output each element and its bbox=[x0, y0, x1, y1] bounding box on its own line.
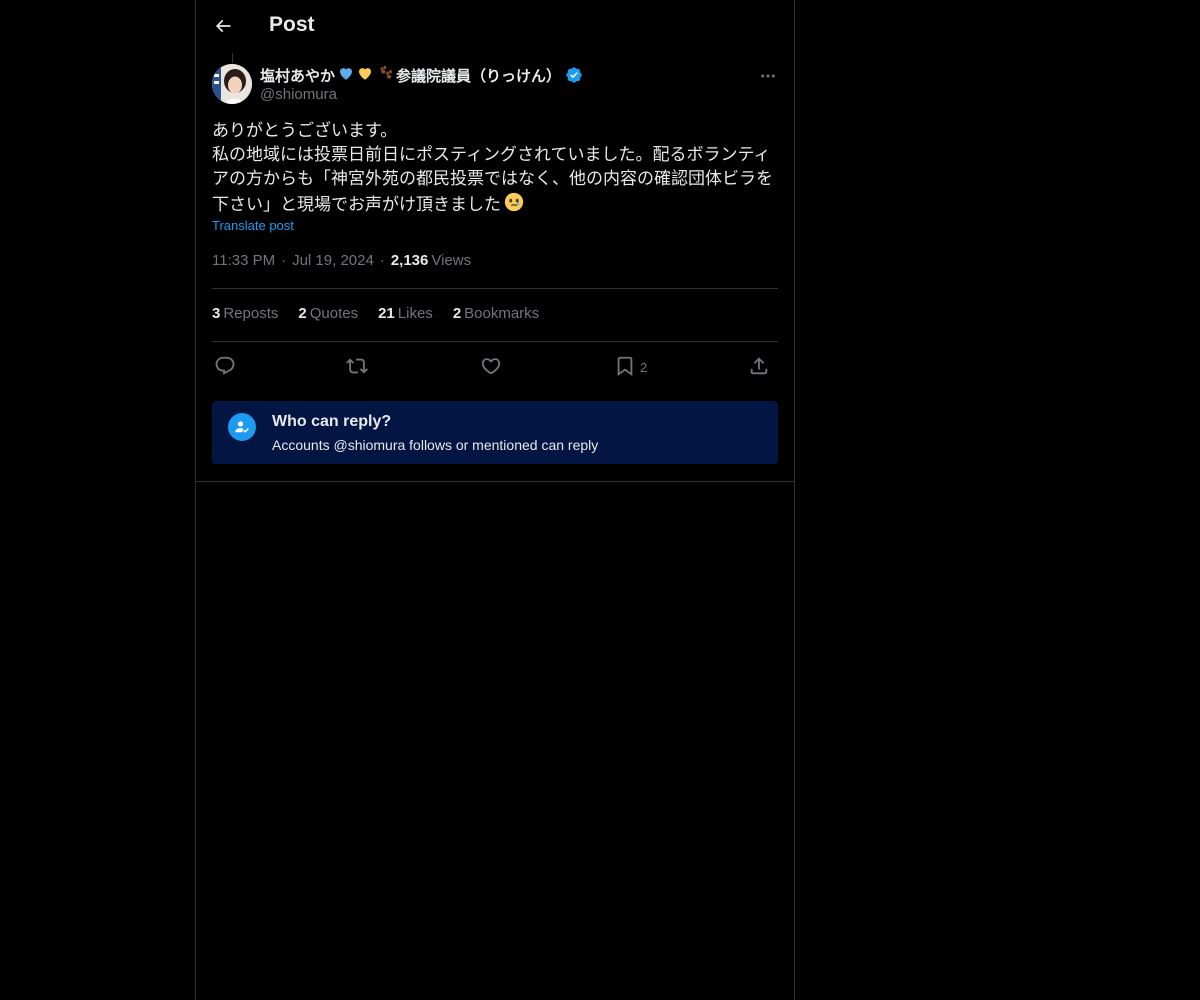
more-options-button[interactable] bbox=[758, 66, 778, 86]
arrow-left-icon bbox=[215, 19, 231, 33]
views-count: 2,136 bbox=[390, 252, 429, 269]
action-bar: 2 bbox=[212, 352, 778, 380]
avatar-photo bbox=[212, 64, 252, 104]
reply-icon bbox=[215, 356, 235, 375]
author-name-row: 塩村あやか 参議院議員（りっけん） bbox=[260, 64, 583, 86]
bookmarks-count: 2 bbox=[452, 305, 462, 322]
divider bbox=[212, 288, 778, 289]
reply-restriction-notice: Who can reply? Accounts @shiomura follow… bbox=[212, 401, 778, 464]
share-button[interactable] bbox=[748, 352, 770, 380]
divider bbox=[212, 341, 778, 342]
translate-post-link[interactable]: Translate post bbox=[212, 218, 294, 233]
bookmark-icon bbox=[617, 356, 633, 377]
author-display-name-suffix[interactable]: 参議院議員（りっけん） bbox=[396, 65, 561, 86]
quotes-count: 2 bbox=[298, 305, 307, 322]
divider bbox=[196, 481, 794, 482]
share-icon bbox=[750, 357, 768, 375]
reposts-count: 3 bbox=[212, 305, 221, 322]
back-button[interactable] bbox=[208, 11, 238, 41]
reply-button[interactable] bbox=[214, 352, 236, 380]
blue-heart-emoji bbox=[337, 64, 355, 87]
meta-separator: · bbox=[281, 252, 287, 269]
bookmarks-stat[interactable]: 2 Bookmarks bbox=[453, 305, 539, 322]
likes-label: Likes bbox=[397, 305, 433, 322]
likes-count: 21 bbox=[378, 305, 395, 322]
engagement-stats: 3 Reposts 2 Quotes 21 Likes 2 Bookmarks bbox=[212, 305, 559, 322]
reply-restriction-subtitle: Accounts @shiomura follows or mentioned … bbox=[272, 437, 599, 453]
post-time[interactable]: 11:33 PM bbox=[212, 252, 275, 269]
yellow-heart-emoji bbox=[356, 64, 374, 87]
paw-prints-emoji bbox=[377, 64, 394, 86]
author-handle[interactable]: @shiomura bbox=[260, 86, 337, 103]
bookmark-button[interactable]: 2 bbox=[614, 352, 647, 380]
verified-badge-icon[interactable] bbox=[565, 66, 583, 84]
reposts-label: Reposts bbox=[223, 305, 279, 322]
more-horizontal-icon bbox=[761, 74, 775, 78]
thread-connector-line bbox=[232, 53, 233, 63]
post-date[interactable]: Jul 19, 2024 bbox=[292, 252, 374, 269]
bookmark-count: 2 bbox=[640, 360, 648, 375]
meta-separator: · bbox=[379, 252, 385, 269]
post-meta: 11:33 PM · Jul 19, 2024 · 2,136 Views bbox=[212, 252, 471, 269]
repost-button[interactable] bbox=[346, 352, 368, 380]
reply-restriction-title: Who can reply? bbox=[272, 413, 392, 430]
post-body: ありがとうございます。 私の地域には投票日前日にポスティングされていました。配る… bbox=[212, 121, 773, 214]
bookmarks-label: Bookmarks bbox=[464, 305, 540, 322]
person-check-icon bbox=[228, 413, 256, 441]
reposts-stat[interactable]: 3 Reposts bbox=[212, 305, 278, 322]
likes-stat[interactable]: 21 Likes bbox=[378, 305, 433, 322]
repost-icon bbox=[346, 358, 368, 374]
face-holding-back-tears-emoji bbox=[503, 191, 525, 220]
post-column: Post 塩村あやか 参議院議員（りっけん） @shiomura ありがとうござ… bbox=[195, 0, 795, 1000]
author-display-name[interactable]: 塩村あやか bbox=[260, 65, 335, 86]
like-icon bbox=[481, 358, 501, 375]
quotes-label: Quotes bbox=[309, 305, 359, 322]
like-button[interactable] bbox=[480, 352, 502, 380]
views-label: Views bbox=[431, 252, 472, 269]
avatar[interactable] bbox=[212, 64, 252, 104]
header: Post bbox=[196, 0, 794, 53]
post-text: ありがとうございます。 私の地域には投票日前日にポスティングされていました。配る… bbox=[212, 119, 778, 220]
page-title: Post bbox=[269, 13, 315, 36]
quotes-stat[interactable]: 2 Quotes bbox=[298, 305, 358, 322]
